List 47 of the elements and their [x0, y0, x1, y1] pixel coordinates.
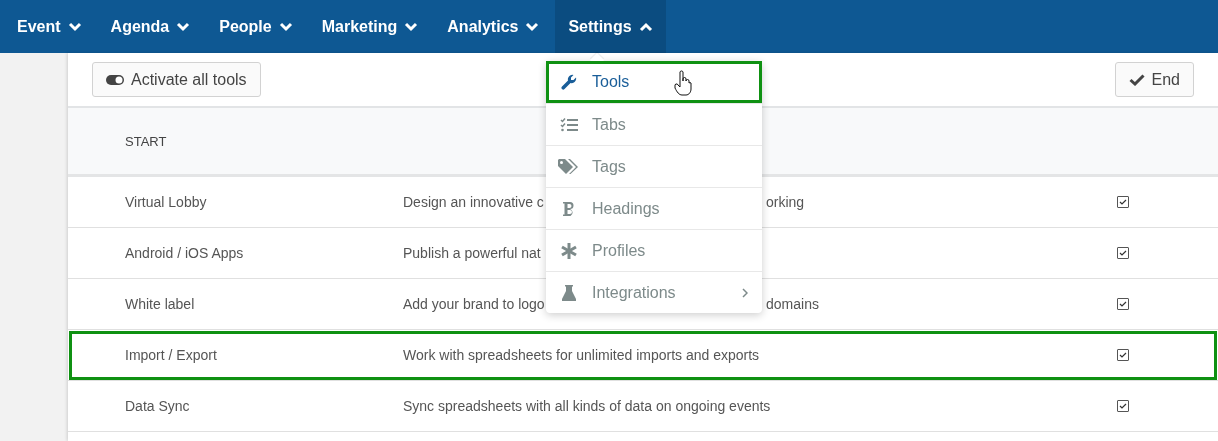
menu-item[interactable]: Tabs	[546, 103, 762, 145]
menu-item[interactable]: Headings	[546, 187, 762, 229]
checkbox[interactable]	[1117, 400, 1129, 412]
wrench-icon	[561, 74, 577, 90]
table-cell-text: Android / iOS Apps	[125, 245, 245, 261]
checkbox[interactable]	[1117, 247, 1129, 259]
menu-item[interactable]: Integrations	[546, 271, 762, 313]
chevron-up-icon	[638, 21, 653, 32]
toggle-icon	[106, 74, 124, 85]
chevron-down-icon	[404, 21, 419, 32]
activate-all-tools-button[interactable]: Activate all tools	[92, 62, 261, 97]
table-cell: orking	[766, 194, 805, 210]
nav-menu[interactable]: Marketing	[308, 0, 432, 53]
menu-item[interactable]: Profiles	[546, 229, 762, 271]
checkbox[interactable]	[1117, 196, 1129, 208]
flask-icon	[562, 284, 576, 301]
table-cell-text: White label	[125, 296, 196, 312]
nav-menu[interactable]: People	[206, 0, 306, 53]
chevron-down-icon	[278, 21, 293, 32]
table-cell-text: Virtual Lobby	[125, 194, 208, 210]
table-cell-text: Data Sync	[125, 398, 191, 414]
nav-menu[interactable]: Settings	[555, 0, 666, 53]
bold-icon	[562, 200, 576, 217]
tag-icon	[558, 158, 580, 175]
table-cell: domains	[766, 296, 819, 312]
table-cell: Sync spreadsheets with all kinds of data on ongoing events	[403, 398, 771, 414]
menu-item[interactable]: Tools	[546, 61, 762, 103]
nav-menu[interactable]: Agenda	[97, 0, 204, 53]
end-button[interactable]: End	[1114, 62, 1194, 97]
column-header: START	[125, 133, 167, 149]
menu-item[interactable]: Tags	[546, 145, 762, 187]
checkbox[interactable]	[1117, 298, 1129, 310]
nav-menu[interactable]: Analytics	[434, 0, 553, 53]
checkmark-icon	[1128, 73, 1145, 86]
checklist-icon	[560, 117, 578, 132]
table-cell: Publish a powerful nat	[403, 245, 541, 261]
chevron-down-icon	[67, 21, 82, 32]
chevron-down-icon	[176, 21, 191, 32]
checkbox[interactable]	[1117, 349, 1129, 361]
table-cell: Add your brand to logo	[403, 296, 545, 312]
table-cell-text: Import / Export	[125, 347, 218, 363]
table-cell: Design an innovative c	[403, 194, 544, 210]
table-cell: Work with spreadsheets for unlimited imports and exports	[403, 347, 760, 363]
hand-cursor-icon	[674, 70, 692, 96]
chevron-down-icon	[525, 21, 540, 32]
asterisk-icon	[561, 242, 577, 259]
nav-menu[interactable]: Event	[4, 0, 95, 53]
